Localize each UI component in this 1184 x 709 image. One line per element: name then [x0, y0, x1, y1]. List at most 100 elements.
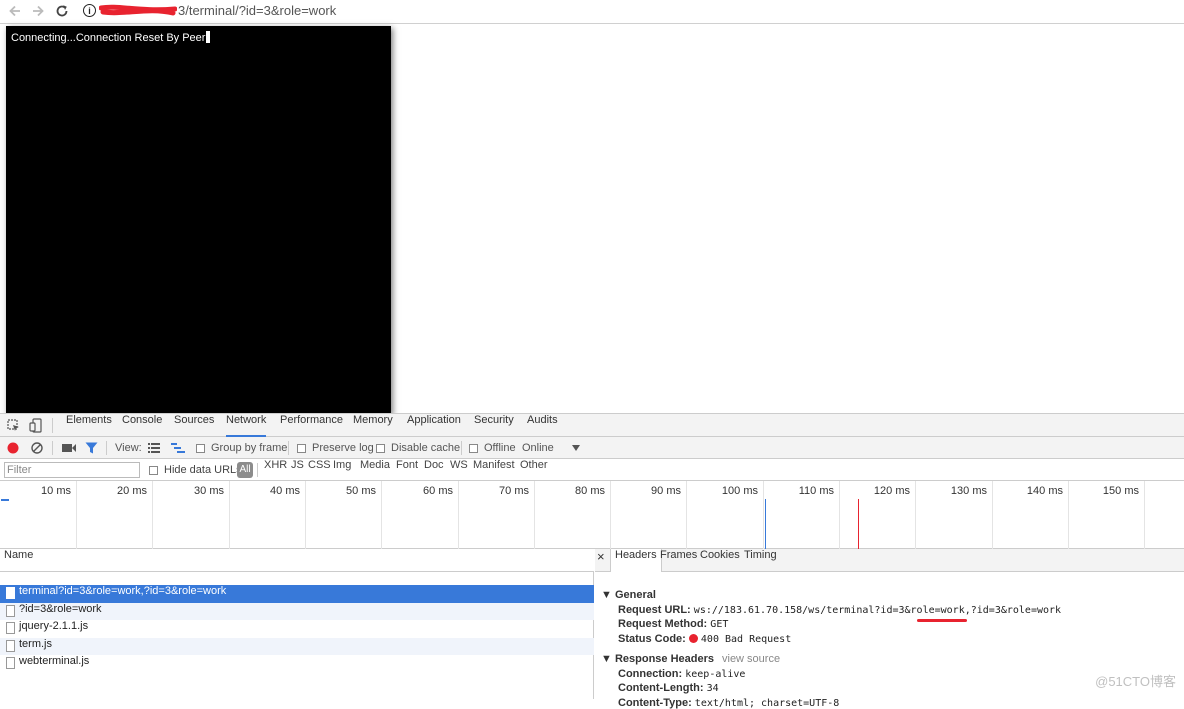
tab-performance[interactable]: Performance [280, 414, 343, 437]
type-filter-js[interactable]: JS [291, 459, 304, 481]
timeline-tick-label: 90 ms [626, 485, 681, 497]
request-row-termjs[interactable]: term.js [0, 638, 594, 656]
request-url-label: Request URL: [618, 604, 691, 616]
name-column-header[interactable]: Name [0, 549, 594, 572]
back-arrow-icon[interactable] [6, 2, 24, 20]
filter-input[interactable] [4, 462, 140, 478]
tab-memory[interactable]: Memory [353, 414, 393, 437]
timeline-tick-label: 140 ms [1008, 485, 1063, 497]
throttling-select[interactable]: Online [522, 437, 554, 459]
chevron-down-icon[interactable] [572, 445, 580, 451]
type-filter-doc[interactable]: Doc [424, 459, 444, 481]
offline-label: Offline [484, 442, 516, 454]
tab-timing[interactable]: Timing [744, 549, 777, 572]
content-length-row: Content-Length: 34 [618, 682, 719, 694]
timeline-overview[interactable]: 10 ms20 ms30 ms40 ms50 ms60 ms70 ms80 ms… [0, 481, 1184, 549]
details-tab-strip: × Headers Frames Cookies Timing [595, 549, 1184, 572]
timeline-gridline [381, 481, 382, 549]
terminal-window[interactable]: Connecting...Connection Reset By Peer [6, 26, 391, 414]
type-filter-other[interactable]: Other [520, 459, 548, 481]
preserve-log-checkbox[interactable]: Preserve log [297, 437, 374, 459]
type-filter-all[interactable]: All [237, 462, 253, 478]
filter-bar: Hide data URLs All XHR JS CSS Img Media … [0, 459, 1184, 481]
checkbox-icon [469, 444, 478, 453]
checkbox-icon [297, 444, 306, 453]
type-filter-manifest[interactable]: Manifest [473, 459, 515, 481]
tab-elements[interactable]: Elements [66, 414, 112, 437]
request-list: Name terminal?id=3&role=work,?id=3&role=… [0, 549, 594, 699]
type-filter-css[interactable]: CSS [308, 459, 331, 481]
type-filter-font[interactable]: Font [396, 459, 418, 481]
status-code-value: 400 Bad Request [701, 634, 791, 645]
reload-icon[interactable] [53, 2, 71, 20]
disable-cache-checkbox[interactable]: Disable cache [376, 437, 460, 459]
timeline-gridline [76, 481, 77, 549]
tab-audits[interactable]: Audits [527, 414, 558, 437]
throttling-value: Online [522, 442, 554, 454]
tab-security[interactable]: Security [474, 414, 514, 437]
request-name: ?id=3&role=work [19, 603, 102, 615]
request-name: jquery-2.1.1.js [19, 620, 88, 632]
timeline-tick-label: 80 ms [550, 485, 605, 497]
close-icon[interactable]: × [597, 549, 605, 572]
timeline-gridline [610, 481, 611, 549]
timeline-gridline [229, 481, 230, 549]
disable-cache-label: Disable cache [391, 442, 460, 454]
offline-checkbox[interactable]: Offline [469, 437, 516, 459]
response-headers-section-toggle[interactable]: ▼ Response Headers [601, 653, 714, 665]
filter-icon[interactable] [85, 442, 98, 454]
content-type-row: Content-Type: text/html; charset=UTF-8 [618, 697, 839, 709]
request-method-label: Request Method: [618, 618, 707, 630]
record-icon[interactable] [7, 442, 19, 454]
content-type-value: text/html; charset=UTF-8 [695, 698, 840, 709]
request-row-webterminal[interactable]: webterminal.js [0, 655, 594, 673]
timeline-tick-label: 120 ms [855, 485, 910, 497]
type-filter-img[interactable]: Img [333, 459, 351, 481]
group-by-frame-checkbox[interactable]: Group by frame [196, 437, 287, 459]
tab-cookies[interactable]: Cookies [700, 549, 740, 572]
devtools-panel: Elements Console Sources Network Perform… [0, 413, 1184, 698]
hide-data-urls-label: Hide data URLs [164, 464, 242, 476]
timeline-gridline [686, 481, 687, 549]
forward-arrow-icon[interactable] [29, 2, 47, 20]
tab-headers[interactable]: Headers [610, 549, 662, 572]
clear-icon[interactable] [31, 442, 43, 454]
view-label: View: [115, 437, 142, 459]
content-length-label: Content-Length: [618, 682, 704, 694]
error-status-icon [689, 634, 698, 643]
request-name: terminal?id=3&role=work,?id=3&role=work [19, 585, 226, 597]
checkbox-icon [196, 444, 205, 453]
request-row-jquery[interactable]: jquery-2.1.1.js [0, 620, 594, 638]
timeline-tick-label: 30 ms [169, 485, 224, 497]
large-rows-icon[interactable] [148, 443, 160, 453]
terminal-output: Connecting...Connection Reset By Peer [11, 31, 210, 44]
tab-frames[interactable]: Frames [660, 549, 697, 572]
type-filter-xhr[interactable]: XHR [264, 459, 287, 481]
timeline-tick-label: 110 ms [779, 485, 834, 497]
tab-network[interactable]: Network [226, 414, 266, 437]
request-row-terminal[interactable]: terminal?id=3&role=work,?id=3&role=work [0, 585, 594, 603]
file-icon [6, 622, 15, 634]
timeline-gridline [1144, 481, 1145, 549]
divider [257, 463, 258, 477]
tab-console[interactable]: Console [122, 414, 162, 437]
capture-screenshots-icon[interactable] [62, 443, 76, 453]
hide-data-urls-checkbox[interactable]: Hide data URLs [149, 459, 242, 481]
tab-application[interactable]: Application [407, 414, 461, 437]
site-info-icon[interactable]: i [83, 4, 96, 17]
device-toolbar-icon[interactable] [29, 418, 43, 433]
type-filter-media[interactable]: Media [360, 459, 390, 481]
general-section-toggle[interactable]: ▼ General [601, 589, 656, 601]
timeline-tick-label: 130 ms [932, 485, 987, 497]
divider [52, 418, 53, 433]
inspect-element-icon[interactable] [7, 419, 20, 432]
view-source-link[interactable]: view source [722, 653, 780, 665]
terminal-text: Connecting...Connection Reset By Peer [11, 32, 205, 44]
waterfall-overview-icon[interactable] [171, 443, 185, 453]
type-filter-ws[interactable]: WS [450, 459, 468, 481]
triangle-down-icon: ▼ [601, 653, 615, 665]
url-text[interactable]: 3/terminal/?id=3&role=work [178, 3, 336, 18]
tab-sources[interactable]: Sources [174, 414, 214, 437]
timeline-tick-label: 20 ms [92, 485, 147, 497]
request-row-query[interactable]: ?id=3&role=work [0, 603, 594, 621]
